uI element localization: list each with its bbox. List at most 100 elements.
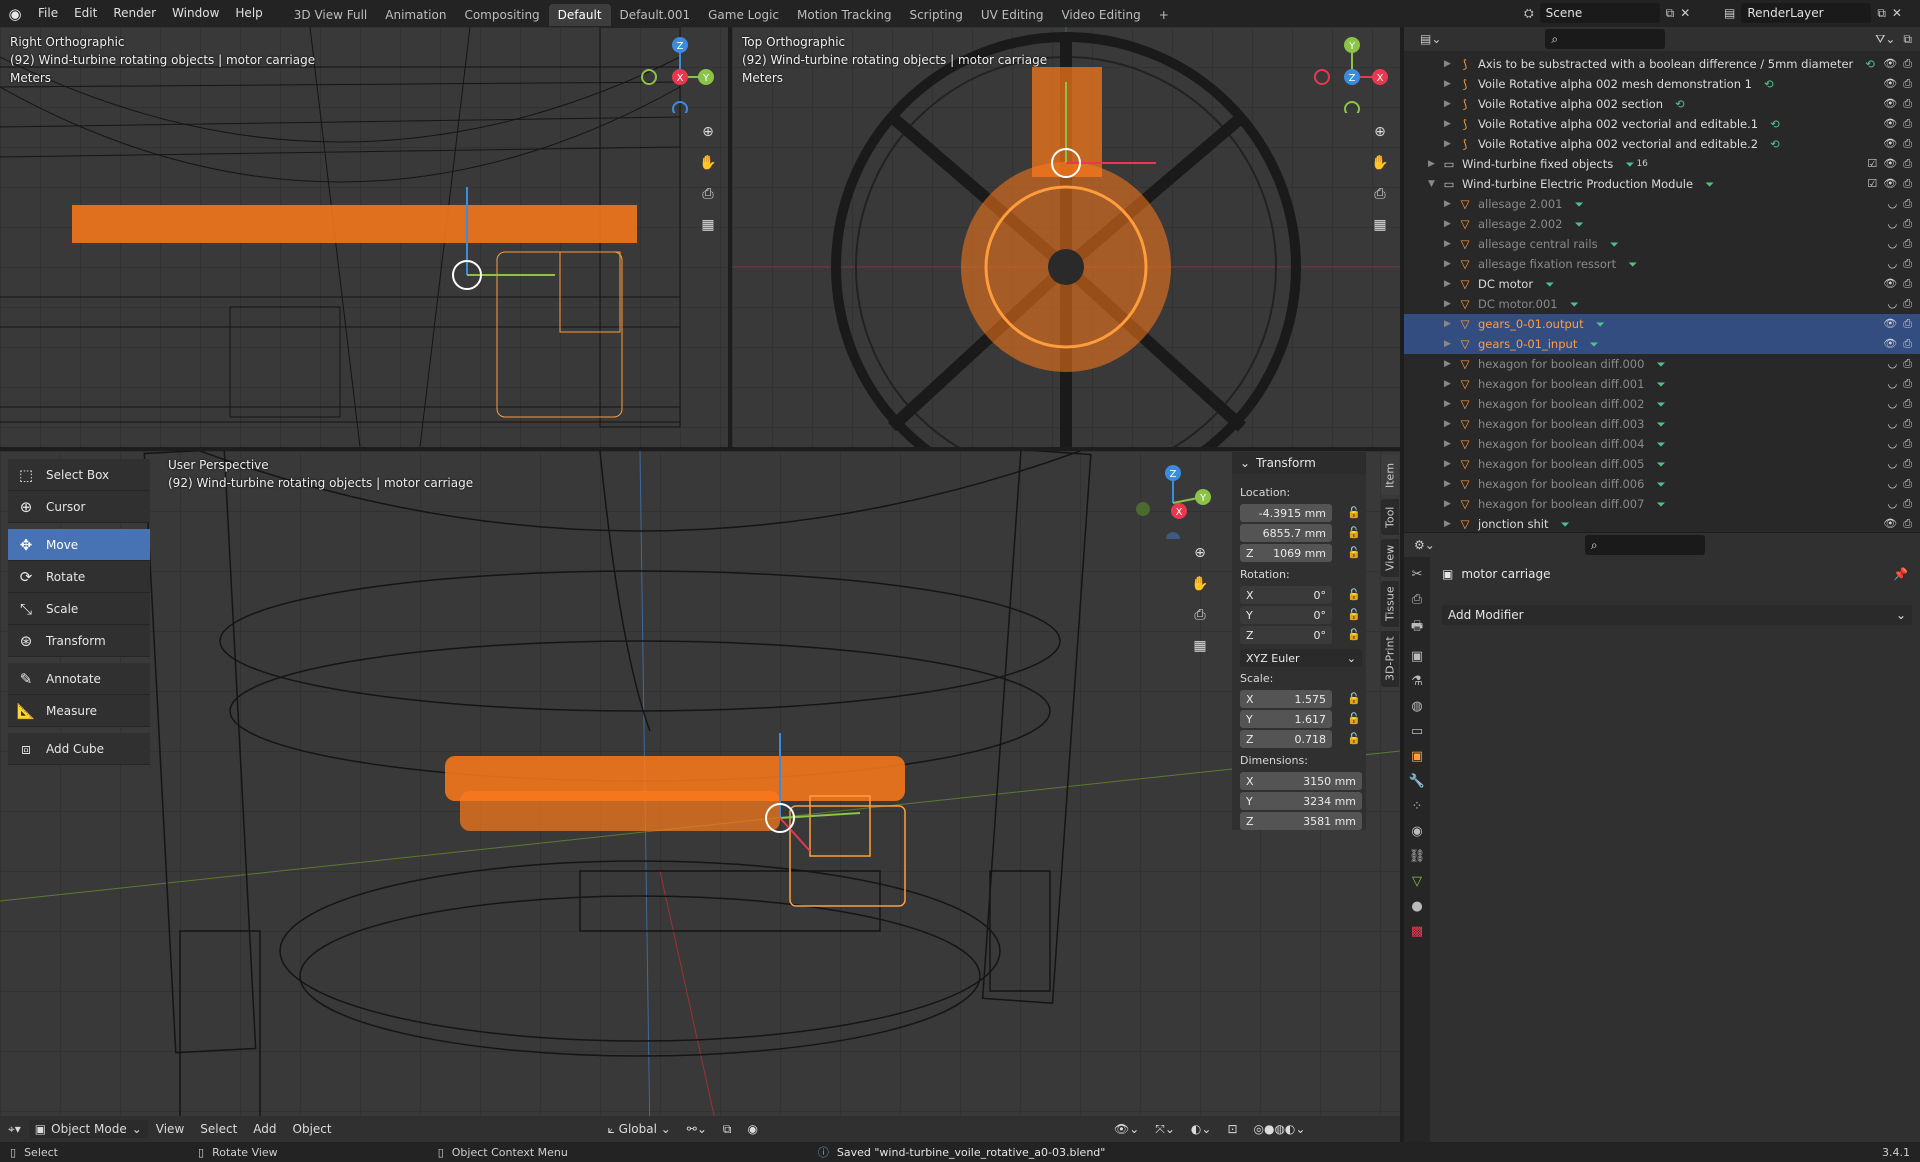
- pan-hand-icon[interactable]: ✋: [1368, 151, 1392, 175]
- expand-arrow-icon[interactable]: ▶: [1428, 159, 1442, 169]
- tab-video-editing[interactable]: Video Editing: [1052, 4, 1149, 26]
- menu-edit[interactable]: Edit: [66, 0, 105, 27]
- expand-arrow-icon[interactable]: ▶: [1444, 339, 1458, 349]
- expand-arrow-icon[interactable]: ▶: [1444, 79, 1458, 89]
- material-icon[interactable]: ●: [1411, 899, 1422, 914]
- render-camera-icon[interactable]: ⎙: [1903, 277, 1912, 291]
- tab-motion-tracking[interactable]: Motion Tracking: [788, 4, 900, 26]
- scale-x-field[interactable]: X 1.575: [1240, 690, 1332, 708]
- outliner-row[interactable]: ▶ ▭ Wind-turbine fixed objects ⏷ 16 ☑ 👁 ⎙: [1404, 154, 1920, 174]
- tab-3d-print[interactable]: 3D-Print: [1381, 631, 1399, 687]
- expand-arrow-icon[interactable]: ▶: [1444, 499, 1458, 509]
- texture-icon[interactable]: ▩: [1411, 924, 1423, 939]
- lock-icon[interactable]: 🔓: [1347, 692, 1361, 705]
- expand-arrow-icon[interactable]: ▶: [1444, 479, 1458, 489]
- eye-icon[interactable]: 👁: [1883, 77, 1897, 91]
- add-modifier-dropdown[interactable]: Add Modifier ⌄: [1442, 605, 1912, 625]
- render-camera-icon[interactable]: ⎙: [1903, 137, 1912, 151]
- checkbox-icon[interactable]: ☑: [1867, 157, 1877, 171]
- outliner-row[interactable]: ▶ ⟆ Voile Rotative alpha 002 mesh demonstr…: [1404, 74, 1920, 94]
- modifier-data-icon[interactable]: ⟲: [1865, 57, 1875, 71]
- expand-arrow-icon[interactable]: ▶: [1444, 299, 1458, 309]
- expand-arrow-icon[interactable]: ▶: [1444, 199, 1458, 209]
- tool-settings-icon[interactable]: ✂: [1412, 567, 1423, 582]
- eye-closed-icon[interactable]: ◡: [1888, 237, 1898, 251]
- tab-tool[interactable]: Tool: [1381, 499, 1399, 535]
- delete-layer-icon[interactable]: ✕: [1892, 6, 1902, 20]
- menu-object[interactable]: Object: [285, 1122, 340, 1136]
- object-icon[interactable]: ▣: [1411, 749, 1423, 764]
- outliner-row[interactable]: ▶ ▽ hexagon for boolean diff.000 ⏷ ◡ ⎙: [1404, 354, 1920, 374]
- tool-rotate[interactable]: ⟳ Rotate: [8, 561, 150, 593]
- expand-arrow-icon[interactable]: ▼: [1428, 179, 1442, 189]
- location-y-field[interactable]: 6855.7 mm: [1240, 524, 1332, 542]
- modifier-data-icon[interactable]: ⏷: [1656, 497, 1665, 512]
- eye-closed-icon[interactable]: ◡: [1888, 437, 1898, 451]
- modifier-data-icon[interactable]: ⏷: [1545, 277, 1554, 292]
- rotation-y-field[interactable]: Y 0°: [1240, 606, 1332, 624]
- render-camera-icon[interactable]: ⎙: [1903, 317, 1912, 331]
- grid-icon[interactable]: ▦: [1368, 213, 1392, 237]
- modifier-data-icon[interactable]: ⟲: [1770, 137, 1780, 151]
- modifier-data-icon[interactable]: ⏷: [1610, 237, 1619, 252]
- expand-arrow-icon[interactable]: ▶: [1444, 359, 1458, 369]
- tab-item[interactable]: Item: [1381, 455, 1399, 495]
- menu-help[interactable]: Help: [227, 0, 270, 27]
- outliner-row[interactable]: ▶ ▽ gears_0-01.output ⏷ 👁 ⎙: [1404, 314, 1920, 334]
- expand-arrow-icon[interactable]: ▶: [1444, 379, 1458, 389]
- expand-arrow-icon[interactable]: ▶: [1444, 259, 1458, 269]
- proportional-edit-icon[interactable]: ◉: [739, 1122, 765, 1136]
- eye-closed-icon[interactable]: ◡: [1888, 217, 1898, 231]
- outliner-row[interactable]: ▶ ▽ jonction shit ⏷ 👁 ⎙: [1404, 514, 1920, 532]
- eye-icon[interactable]: 👁: [1883, 177, 1897, 191]
- eye-icon[interactable]: 👁: [1883, 137, 1897, 151]
- render-camera-icon[interactable]: ⎙: [1903, 257, 1912, 271]
- render-camera-icon[interactable]: ⎙: [1903, 237, 1912, 251]
- viewport-top-ortho[interactable]: Top Orthographic (92) Wind-turbine rotat…: [732, 27, 1400, 447]
- expand-arrow-icon[interactable]: ▶: [1444, 399, 1458, 409]
- visibility-icon[interactable]: 👁⌄: [1106, 1122, 1147, 1136]
- expand-arrow-icon[interactable]: ▶: [1444, 519, 1458, 529]
- gizmo-toggle-icon[interactable]: ⤧⌄: [1147, 1122, 1183, 1137]
- pin-icon[interactable]: 📌: [1893, 567, 1908, 581]
- modifier-data-icon[interactable]: ⏷: [1656, 457, 1665, 472]
- menu-render[interactable]: Render: [105, 0, 164, 27]
- eye-icon[interactable]: 👁: [1883, 57, 1897, 71]
- outliner-row[interactable]: ▶ ⟆ Axis to be substracted with a boolean …: [1404, 54, 1920, 74]
- expand-arrow-icon[interactable]: ▶: [1444, 119, 1458, 129]
- zoom-icon[interactable]: ⊕: [1368, 120, 1392, 144]
- menu-file[interactable]: File: [30, 0, 66, 27]
- outliner-row[interactable]: ▶ ▽ hexagon for boolean diff.004 ⏷ ◡ ⎙: [1404, 434, 1920, 454]
- outliner-row[interactable]: ▶ ▽ allesage central rails ⏷ ◡ ⎙: [1404, 234, 1920, 254]
- orientation-dropdown[interactable]: ⟀ Global ⌄: [600, 1122, 679, 1137]
- render-camera-icon[interactable]: ⎙: [1903, 217, 1912, 231]
- snap-icon[interactable]: ⧉: [715, 1122, 740, 1137]
- lock-icon[interactable]: 🔓: [1347, 712, 1361, 725]
- tool-scale[interactable]: ⤡ Scale: [8, 593, 150, 625]
- render-camera-icon[interactable]: ⎙: [1903, 477, 1912, 491]
- view-layer-selector[interactable]: RenderLayer: [1741, 3, 1872, 23]
- constraints-icon[interactable]: ⛓: [1409, 849, 1426, 864]
- modifier-data-icon[interactable]: ⟲: [1770, 117, 1780, 131]
- transform-header[interactable]: ⌄ Transform: [1232, 452, 1366, 474]
- new-layer-icon[interactable]: ⧉: [1877, 6, 1886, 21]
- scene-selector[interactable]: Scene: [1539, 3, 1660, 23]
- grid-icon[interactable]: ▦: [1188, 634, 1212, 658]
- tool-transform[interactable]: ⊛ Transform: [8, 625, 150, 657]
- render-camera-icon[interactable]: ⎙: [1903, 57, 1912, 71]
- lock-icon[interactable]: 🔓: [1347, 628, 1361, 641]
- dimension-y-field[interactable]: Y 3234 mm: [1240, 792, 1362, 810]
- eye-closed-icon[interactable]: ◡: [1888, 457, 1898, 471]
- tab-compositing[interactable]: Compositing: [455, 4, 548, 26]
- tool-select-box[interactable]: ⬚ Select Box: [8, 459, 150, 491]
- tab-view[interactable]: View: [1381, 539, 1399, 577]
- eye-icon[interactable]: 👁: [1883, 97, 1897, 111]
- render-camera-icon[interactable]: ⎙: [1903, 457, 1912, 471]
- editor-type-icon[interactable]: ⌖▾: [0, 1122, 29, 1137]
- tool-measure[interactable]: 📐 Measure: [8, 695, 150, 727]
- new-scene-icon[interactable]: ⧉: [1666, 6, 1675, 21]
- lock-icon[interactable]: 🔓: [1347, 732, 1361, 745]
- pan-hand-icon[interactable]: ✋: [696, 151, 720, 175]
- modifier-data-icon[interactable]: ⏷: [1570, 297, 1579, 312]
- expand-arrow-icon[interactable]: ▶: [1444, 239, 1458, 249]
